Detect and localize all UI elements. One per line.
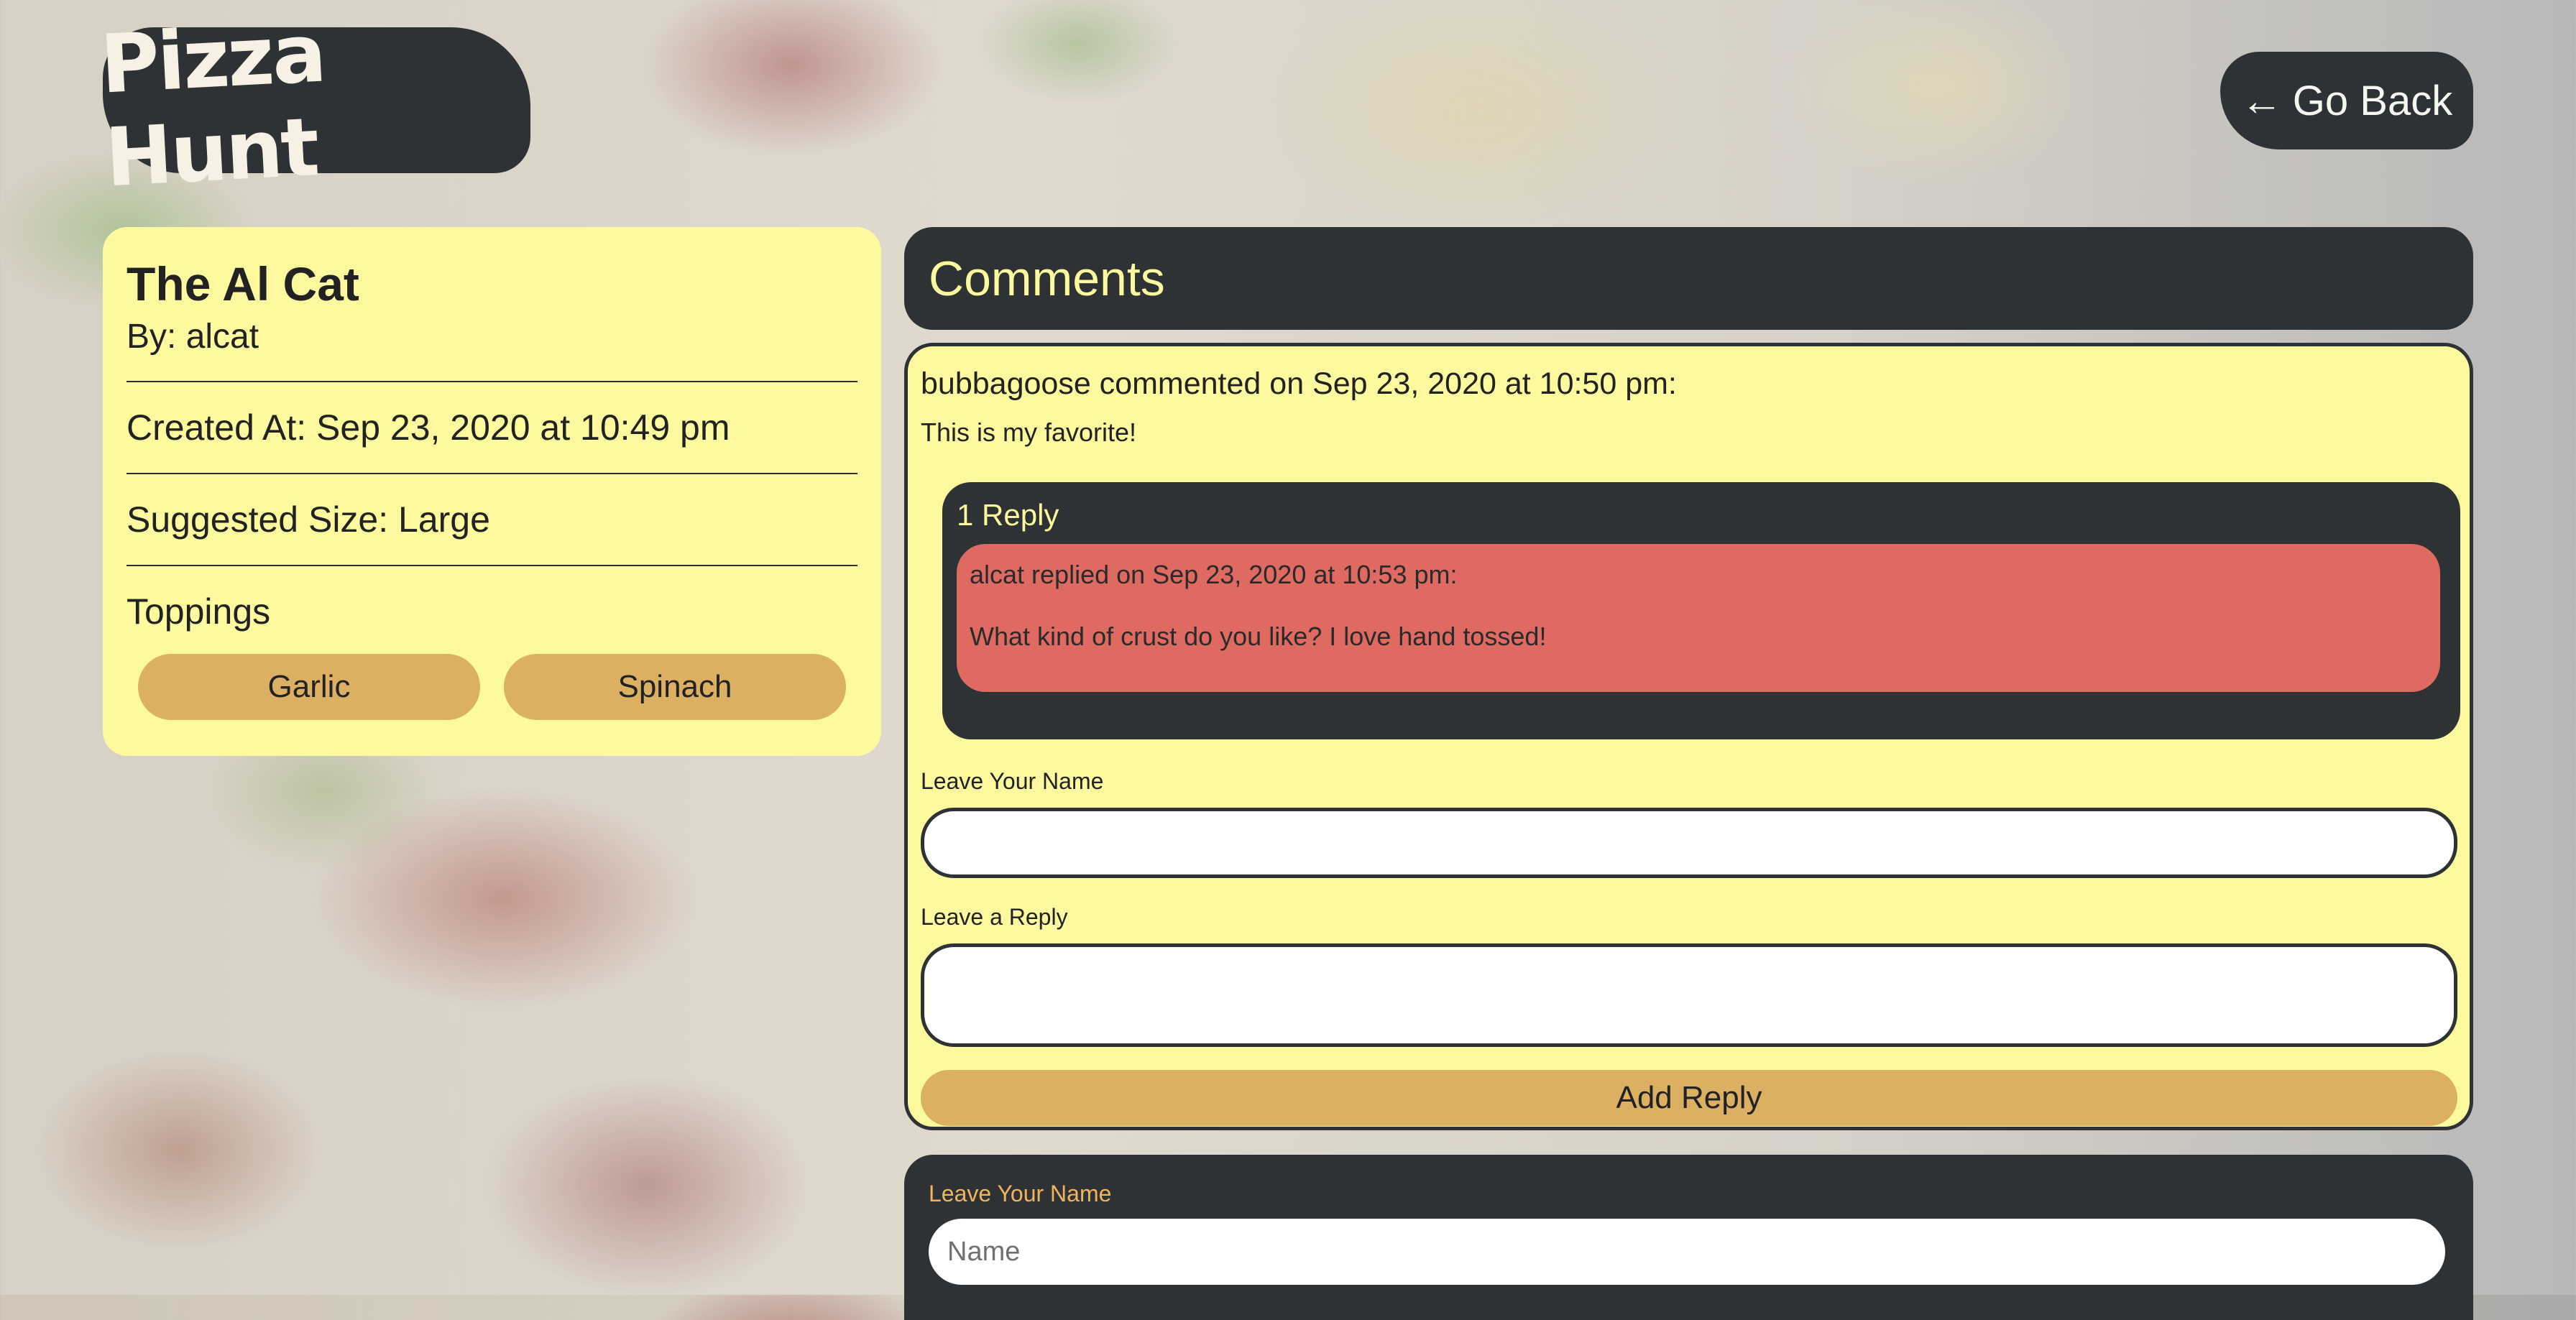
reply-meta: alcat replied on Sep 23, 2020 at 10:53 p… xyxy=(970,560,1458,589)
reply-name-label: Leave Your Name xyxy=(921,768,1104,794)
go-back-button[interactable]: ← Go Back xyxy=(2220,52,2473,149)
divider xyxy=(126,381,857,383)
topping-spinach: Spinach xyxy=(504,654,846,721)
pizza-name: The Al Cat xyxy=(126,257,359,310)
reply-item: alcat replied on Sep 23, 2020 at 10:53 p… xyxy=(957,544,2440,692)
comment-meta: bubbagoose commented on Sep 23, 2020 at … xyxy=(921,366,1677,401)
reply-name-input[interactable] xyxy=(921,808,2457,878)
divider xyxy=(126,473,857,475)
add-reply-button[interactable]: Add Reply xyxy=(921,1070,2457,1126)
reply-text-label: Leave a Reply xyxy=(921,904,1068,930)
comment-body: This is my favorite! xyxy=(921,417,1137,447)
arrow-left-icon: ← xyxy=(2240,77,2283,124)
comment-card: bubbagoose commented on Sep 23, 2020 at … xyxy=(904,343,2473,1130)
new-comment-name-input[interactable] xyxy=(929,1219,2445,1285)
reply-count: 1 Reply xyxy=(957,498,1059,532)
toppings-label: Toppings xyxy=(126,591,271,632)
suggested-size: Suggested Size: Large xyxy=(126,499,490,540)
logo-text: Pizza Hunt xyxy=(98,6,327,205)
new-comment-form: Leave Your Name xyxy=(904,1155,2473,1320)
pizza-author: By: alcat xyxy=(126,318,259,356)
topping-garlic: Garlic xyxy=(138,654,480,721)
site-logo[interactable]: Pizza Hunt xyxy=(98,6,530,205)
toppings-list: Garlic Spinach xyxy=(126,654,857,721)
replies-section: 1 Reply alcat replied on Sep 23, 2020 at… xyxy=(942,482,2460,739)
reply-body: What kind of crust do you like? I love h… xyxy=(970,622,1547,651)
comments-title: Comments xyxy=(929,251,1165,306)
pizza-details-card: The Al Cat By: alcat Created At: Sep 23,… xyxy=(103,227,881,756)
reply-text-input[interactable] xyxy=(921,943,2457,1047)
created-at: Created At: Sep 23, 2020 at 10:49 pm xyxy=(126,407,730,448)
comments-header: Comments xyxy=(904,227,2473,330)
go-back-label: Go Back xyxy=(2292,77,2453,124)
divider xyxy=(126,565,857,567)
new-comment-name-label: Leave Your Name xyxy=(929,1181,1112,1206)
